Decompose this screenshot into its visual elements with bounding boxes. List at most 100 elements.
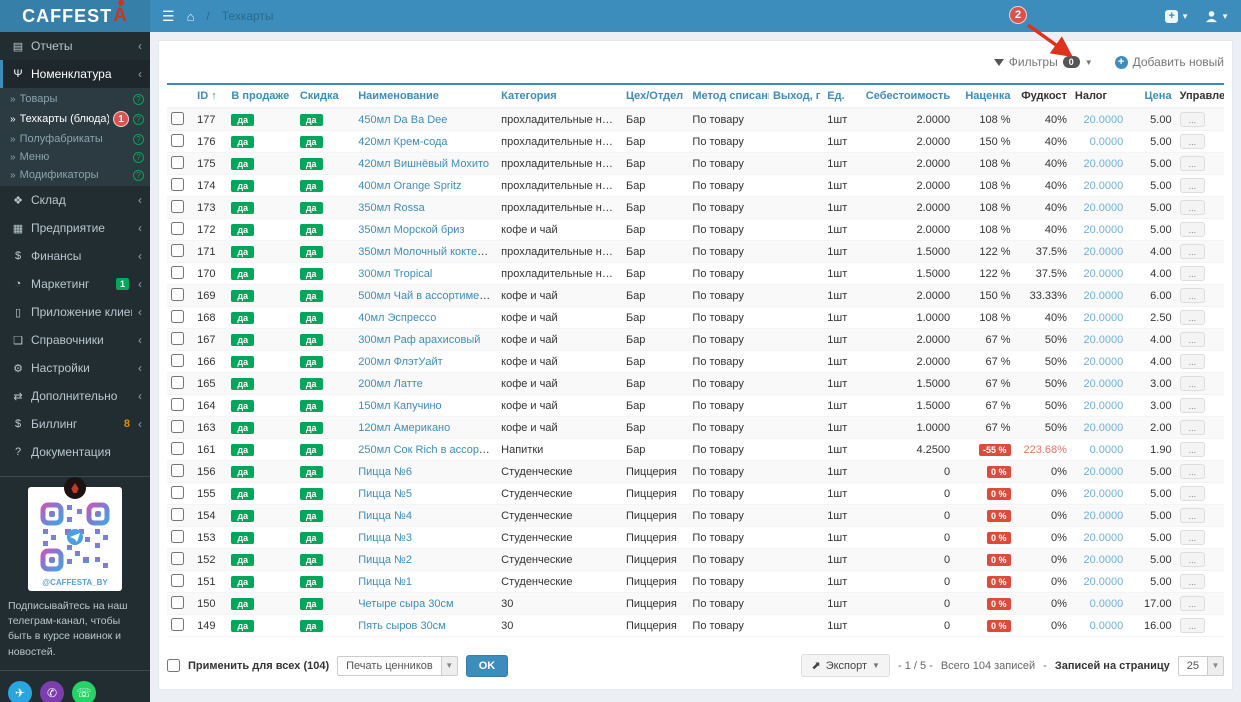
home-icon[interactable]: ⌂ [187,9,195,24]
sidebar-item-5[interactable]: ◔ Маркетинг 1 ‹ [0,270,150,298]
sidebar-subitem[interactable]: » Товары? [0,90,150,108]
row-checkbox[interactable] [171,485,184,499]
whatsapp-icon[interactable]: ☏ [72,680,96,702]
column-header-unit[interactable]: Ед. [823,84,862,109]
tax-link[interactable]: 20.0000 [1084,576,1124,588]
item-name-link[interactable]: 420мл Вишнёвый Мохито [358,158,489,170]
item-name-link[interactable]: Пицца №3 [358,532,412,544]
tax-link[interactable]: 20.0000 [1084,466,1124,478]
sidebar-toggle-icon[interactable]: ☰ [162,8,175,25]
manage-button[interactable]: ... [1179,200,1206,215]
row-checkbox[interactable] [171,331,184,345]
tax-link[interactable]: 20.0000 [1084,290,1124,302]
row-checkbox[interactable] [171,243,184,257]
manage-button[interactable]: ... [1179,354,1206,369]
sidebar-item-10[interactable]: $ Биллинг 8 ‹ [0,410,150,438]
apply-all-checkbox[interactable] [167,659,180,672]
manage-button[interactable]: ... [1179,310,1206,325]
item-name-link[interactable]: 500мл Чай в ассортименте [358,290,496,302]
sidebar-subitem[interactable]: » Полуфабрикаты? [0,130,150,148]
tax-link[interactable]: 0.0000 [1090,444,1124,456]
row-checkbox[interactable] [171,287,184,301]
tax-link[interactable]: 20.0000 [1084,202,1124,214]
item-name-link[interactable]: 200мл Латте [358,378,423,390]
tax-link[interactable]: 0.0000 [1090,136,1124,148]
sidebar-subitem[interactable]: » Модификаторы? [0,166,150,184]
manage-button[interactable]: ... [1179,244,1206,259]
tax-link[interactable]: 20.0000 [1084,224,1124,236]
manage-button[interactable]: ... [1179,332,1206,347]
manage-button[interactable]: ... [1179,288,1206,303]
row-checkbox[interactable] [171,155,184,169]
item-name-link[interactable]: 350мл Молочный коктейль [358,246,495,258]
sidebar-item-2[interactable]: ❖ Склад ‹ [0,186,150,214]
manage-button[interactable]: ... [1179,596,1206,611]
item-name-link[interactable]: 300мл Раф арахисовый [358,334,480,346]
column-header-price[interactable]: Цена [1127,84,1176,109]
item-name-link[interactable]: Пицца №5 [358,488,412,500]
item-name-link[interactable]: Четыре сыра 30см [358,598,453,610]
manage-button[interactable]: ... [1179,486,1206,501]
item-name-link[interactable]: 350мл Морской бриз [358,224,464,236]
manage-button[interactable]: ... [1179,156,1206,171]
row-checkbox[interactable] [171,309,184,323]
manage-button[interactable]: ... [1179,442,1206,457]
manage-button[interactable]: ... [1179,530,1206,545]
row-checkbox[interactable] [171,441,184,455]
column-header-method[interactable]: Метод списания [688,84,769,109]
help-icon[interactable]: ? [133,151,144,163]
column-header-name[interactable]: Наименование [354,84,498,109]
tax-link[interactable]: 20.0000 [1084,312,1124,324]
item-name-link[interactable]: 200мл ФлэтУайт [358,356,443,368]
manage-button[interactable]: ... [1179,420,1206,435]
item-name-link[interactable]: Пицца №6 [358,466,412,478]
app-logo[interactable]: CAFFEST A [0,0,150,32]
row-checkbox[interactable] [171,463,184,477]
row-checkbox[interactable] [171,573,184,587]
sidebar-item-4[interactable]: $ Финансы ‹ [0,242,150,270]
row-checkbox[interactable] [171,133,184,147]
sidebar-item-0[interactable]: ▤ Отчеты ‹ [0,32,150,60]
item-name-link[interactable]: Пицца №1 [358,576,412,588]
help-icon[interactable]: ? [133,113,144,125]
column-header-in_sale[interactable]: В продаже [227,84,296,109]
tax-link[interactable]: 20.0000 [1084,554,1124,566]
tax-link[interactable]: 20.0000 [1084,114,1124,126]
manage-button[interactable]: ... [1179,376,1206,391]
row-checkbox[interactable] [171,111,184,125]
viber-icon[interactable]: ✆ [40,680,64,702]
item-name-link[interactable]: 120мл Американо [358,422,450,434]
sidebar-item-6[interactable]: ▯ Приложение клиента ‹ [0,298,150,326]
manage-button[interactable]: ... [1179,266,1206,281]
export-button[interactable]: ⬈ Экспорт ▼ [801,654,890,677]
user-menu[interactable]: ▼ [1205,10,1229,23]
row-checkbox[interactable] [171,221,184,235]
item-name-link[interactable]: 150мл Капучино [358,400,441,412]
column-header-yield[interactable]: Выход, г [768,84,824,109]
row-checkbox[interactable] [171,397,184,411]
tax-link[interactable]: 20.0000 [1084,488,1124,500]
sidebar-item-8[interactable]: ⚙ Настройки ‹ [0,354,150,382]
manage-button[interactable]: ... [1179,134,1206,149]
row-checkbox[interactable] [171,617,184,631]
row-checkbox[interactable] [171,595,184,609]
tax-link[interactable]: 0.0000 [1090,598,1124,610]
item-name-link[interactable]: 300мл Tropical [358,268,432,280]
help-icon[interactable]: ? [133,169,144,181]
sidebar-item-7[interactable]: ❏ Справочники ‹ [0,326,150,354]
manage-button[interactable]: ... [1179,178,1206,193]
tax-link[interactable]: 20.0000 [1084,532,1124,544]
tax-link[interactable]: 20.0000 [1084,422,1124,434]
row-checkbox[interactable] [171,177,184,191]
tax-link[interactable]: 20.0000 [1084,158,1124,170]
item-name-link[interactable]: 350мл Rossa [358,202,425,214]
column-header-discount[interactable]: Скидка [295,84,355,109]
row-checkbox[interactable] [171,199,184,213]
sidebar-item-11[interactable]: ? Документация [0,438,150,466]
ok-button[interactable]: OK [465,654,509,677]
manage-button[interactable]: ... [1179,508,1206,523]
manage-button[interactable]: ... [1179,574,1206,589]
row-checkbox[interactable] [171,265,184,279]
tax-link[interactable]: 20.0000 [1084,356,1124,368]
tax-link[interactable]: 20.0000 [1084,400,1124,412]
